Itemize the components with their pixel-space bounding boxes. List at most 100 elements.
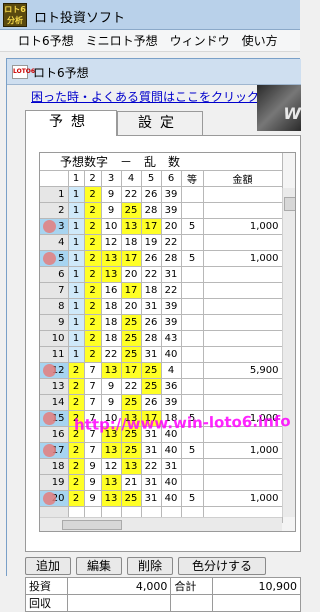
- banner-image[interactable]: W: [257, 85, 301, 131]
- number-cell[interactable]: 13: [101, 490, 122, 507]
- number-cell[interactable]: 9: [101, 394, 122, 411]
- row-number[interactable]: 4: [40, 234, 69, 251]
- number-cell[interactable]: 31: [161, 458, 182, 475]
- number-cell[interactable]: 1: [68, 282, 85, 299]
- amount-cell[interactable]: [203, 186, 283, 203]
- number-cell[interactable]: 31: [141, 298, 162, 315]
- number-cell[interactable]: 13: [101, 474, 122, 491]
- number-cell[interactable]: 2: [84, 330, 102, 347]
- grade-cell[interactable]: [181, 314, 204, 331]
- number-cell[interactable]: 25: [141, 362, 162, 379]
- add-button[interactable]: 追加: [25, 557, 71, 575]
- number-cell[interactable]: 28: [161, 250, 182, 267]
- number-cell[interactable]: 25: [121, 202, 142, 219]
- grid-row[interactable]: 4 1 2 12 18 19 22: [40, 234, 283, 251]
- number-cell[interactable]: 2: [84, 298, 102, 315]
- grade-cell[interactable]: 5: [181, 250, 204, 267]
- grid-row[interactable]: 7 1 2 16 17 18 22: [40, 282, 283, 299]
- number-cell[interactable]: 31: [141, 442, 162, 459]
- column-header[interactable]: 2: [84, 170, 102, 187]
- grid-row[interactable]: 10 1 2 18 25 28 43: [40, 330, 283, 347]
- number-cell[interactable]: 12: [101, 234, 122, 251]
- number-cell[interactable]: 25: [121, 394, 142, 411]
- amount-cell[interactable]: [203, 474, 283, 491]
- number-cell[interactable]: 1: [68, 186, 85, 203]
- number-cell[interactable]: 17: [121, 250, 142, 267]
- menu-miniloto[interactable]: ミニロト予想: [80, 30, 164, 51]
- number-cell[interactable]: 2: [84, 234, 102, 251]
- grade-cell[interactable]: [181, 394, 204, 411]
- grid-row[interactable]: 3 1 2 10 13 17 20 5 1,000: [40, 218, 283, 235]
- menu-loto6[interactable]: ロト6予想: [0, 30, 80, 51]
- number-cell[interactable]: 26: [141, 394, 162, 411]
- number-cell[interactable]: 40: [161, 490, 182, 507]
- row-number[interactable]: 2: [40, 202, 69, 219]
- grade-cell[interactable]: [181, 186, 204, 203]
- number-cell[interactable]: 18: [121, 234, 142, 251]
- number-cell[interactable]: 20: [121, 298, 142, 315]
- number-cell[interactable]: 1: [68, 234, 85, 251]
- amount-cell[interactable]: 1,000: [203, 490, 283, 507]
- horizontal-scrollbar[interactable]: [40, 517, 282, 531]
- number-cell[interactable]: 16: [101, 282, 122, 299]
- number-cell[interactable]: 26: [141, 250, 162, 267]
- number-cell[interactable]: 9: [84, 490, 102, 507]
- row-number[interactable]: 1: [40, 186, 69, 203]
- number-cell[interactable]: 39: [161, 298, 182, 315]
- tab-yosou[interactable]: 予想: [25, 110, 117, 136]
- number-cell[interactable]: 18: [101, 298, 122, 315]
- app-titlebar[interactable]: ロト6 分析 ロト投資ソフト: [0, 0, 300, 30]
- amount-cell[interactable]: [203, 330, 283, 347]
- number-cell[interactable]: 22: [141, 266, 162, 283]
- number-cell[interactable]: 21: [121, 474, 142, 491]
- number-cell[interactable]: 25: [121, 490, 142, 507]
- number-cell[interactable]: 13: [121, 218, 142, 235]
- row-number[interactable]: 13: [40, 378, 69, 395]
- menu-window[interactable]: ウィンドウ: [164, 30, 236, 51]
- column-header[interactable]: 6: [161, 170, 182, 187]
- amount-cell[interactable]: [203, 346, 283, 363]
- number-cell[interactable]: 12: [101, 458, 122, 475]
- amount-cell[interactable]: [203, 458, 283, 475]
- row-number[interactable]: 10: [40, 330, 69, 347]
- column-header[interactable]: 1: [68, 170, 85, 187]
- menu-howto[interactable]: 使い方: [236, 30, 284, 51]
- grid-row[interactable]: 5 1 2 13 17 26 28 5 1,000: [40, 250, 283, 267]
- grade-cell[interactable]: [181, 362, 204, 379]
- number-cell[interactable]: 2: [68, 378, 85, 395]
- vertical-scrollbar[interactable]: [282, 188, 295, 517]
- number-cell[interactable]: 1: [68, 314, 85, 331]
- number-cell[interactable]: 7: [84, 362, 102, 379]
- row-number[interactable]: 11: [40, 346, 69, 363]
- number-cell[interactable]: 9: [101, 186, 122, 203]
- number-cell[interactable]: 2: [68, 474, 85, 491]
- horizontal-scroll-thumb[interactable]: [62, 520, 122, 530]
- grade-cell[interactable]: [181, 202, 204, 219]
- number-cell[interactable]: 10: [101, 218, 122, 235]
- number-cell[interactable]: 2: [84, 186, 102, 203]
- row-number[interactable]: 6: [40, 266, 69, 283]
- amount-cell[interactable]: [203, 314, 283, 331]
- number-cell[interactable]: 7: [84, 394, 102, 411]
- grid-row[interactable]: 8 1 2 18 20 31 39: [40, 298, 283, 315]
- grid-row[interactable]: 12 2 7 13 17 25 4 5,900: [40, 362, 283, 379]
- grade-cell[interactable]: 5: [181, 442, 204, 459]
- grade-cell[interactable]: [181, 282, 204, 299]
- row-number[interactable]: 7: [40, 282, 69, 299]
- number-cell[interactable]: 28: [141, 202, 162, 219]
- number-cell[interactable]: 13: [101, 250, 122, 267]
- number-cell[interactable]: 31: [141, 474, 162, 491]
- number-cell[interactable]: 26: [141, 186, 162, 203]
- number-cell[interactable]: 43: [161, 330, 182, 347]
- number-cell[interactable]: 22: [141, 458, 162, 475]
- number-cell[interactable]: 36: [161, 378, 182, 395]
- number-cell[interactable]: 28: [141, 330, 162, 347]
- row-number[interactable]: 8: [40, 298, 69, 315]
- number-cell[interactable]: 17: [121, 282, 142, 299]
- grade-cell[interactable]: [181, 330, 204, 347]
- grade-cell[interactable]: 5: [181, 490, 204, 507]
- number-cell[interactable]: 13: [121, 458, 142, 475]
- number-cell[interactable]: 9: [84, 458, 102, 475]
- number-cell[interactable]: 7: [84, 442, 102, 459]
- amount-cell[interactable]: 1,000: [203, 218, 283, 235]
